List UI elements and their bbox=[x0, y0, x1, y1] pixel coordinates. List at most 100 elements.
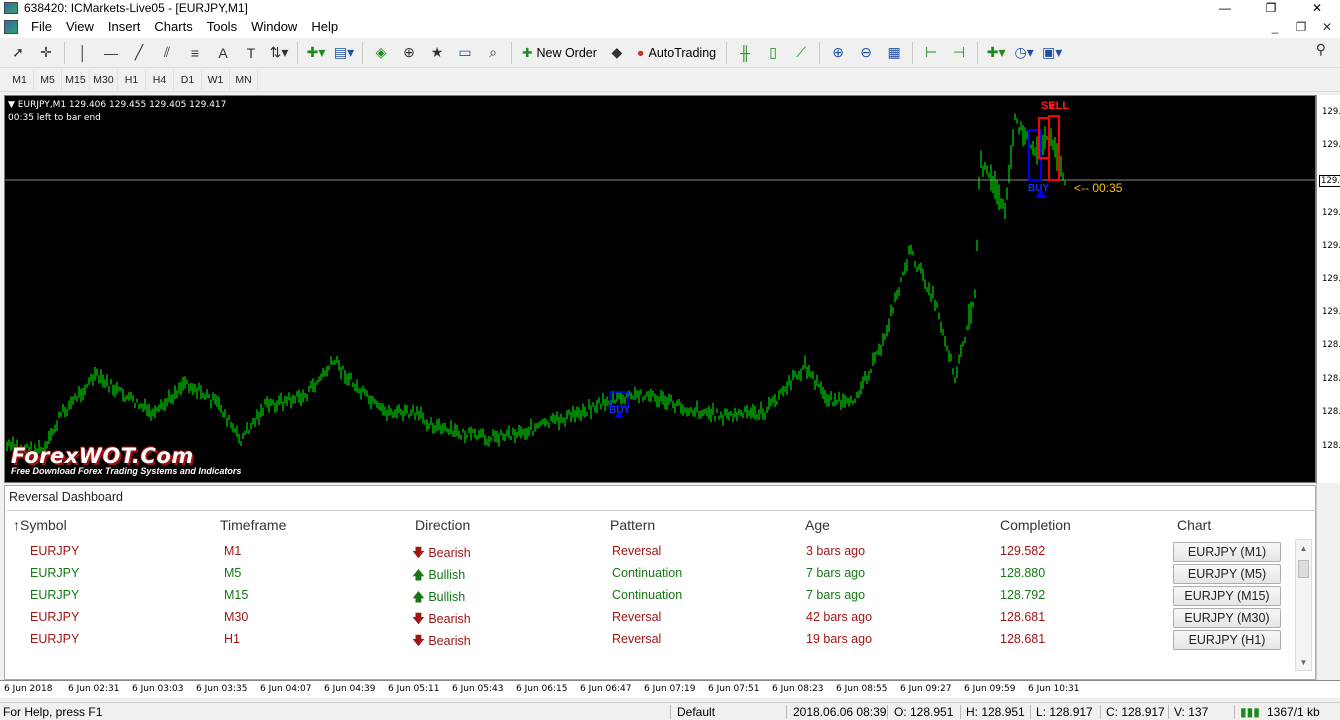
tf-m5[interactable]: M5 bbox=[34, 69, 62, 90]
tf-m1[interactable]: M1 bbox=[6, 69, 34, 90]
tf-w1[interactable]: W1 bbox=[202, 69, 230, 90]
cursor-icon[interactable]: ➚ bbox=[6, 41, 30, 65]
market-watch-icon[interactable]: ◈ bbox=[369, 41, 393, 65]
crosshair-icon[interactable]: ✛ bbox=[34, 41, 58, 65]
current-price-tick: 129. bbox=[1319, 175, 1340, 187]
scroll-down-icon[interactable]: ▼ bbox=[1296, 655, 1311, 669]
navigator-icon[interactable]: ⊕ bbox=[397, 41, 421, 65]
table-row[interactable]: EURJPY M15 🡅 Bullish Continuation 7 bars… bbox=[7, 585, 1297, 607]
column-timeframe[interactable]: Timeframe bbox=[220, 517, 286, 533]
connection-icon: ▮▮▮ bbox=[1240, 705, 1260, 719]
chart-window-icon[interactable] bbox=[4, 20, 18, 34]
fibonacci-icon[interactable]: ≡ bbox=[183, 41, 207, 65]
symbol-cell: EURJPY bbox=[30, 566, 80, 580]
symbol-line: EURJPY,M1 129.406 129.455 129.405 129.41… bbox=[17, 100, 227, 110]
table-row[interactable]: EURJPY M5 🡅 Bullish Continuation 7 bars … bbox=[7, 563, 1297, 585]
title-bar: 638420: ICMarkets-Live05 - [EURJPY,M1] —… bbox=[0, 0, 1340, 16]
open-chart-button[interactable]: EURJPY (M15) bbox=[1173, 586, 1281, 606]
line-chart-icon[interactable]: ⟋ bbox=[789, 41, 813, 65]
equidistant-channel-icon[interactable]: ⫽ bbox=[155, 41, 179, 65]
zoom-out-icon[interactable]: ⊖ bbox=[854, 41, 878, 65]
direction-cell: 🡇 Bearish bbox=[412, 632, 471, 653]
new-chart-icon[interactable]: ✚▾ bbox=[304, 41, 328, 65]
direction-cell: 🡇 Bearish bbox=[412, 544, 471, 565]
dashboard-scrollbar[interactable]: ▲ ▼ bbox=[1295, 539, 1312, 671]
chart-shift-icon[interactable]: ⊣ bbox=[947, 41, 971, 65]
maximize-button[interactable]: ❐ bbox=[1248, 0, 1294, 16]
table-row[interactable]: EURJPY H1 🡇 Bearish Reversal 19 bars ago… bbox=[7, 629, 1297, 651]
arrow-down-icon: 🡇 bbox=[412, 612, 425, 626]
auto-scroll-icon[interactable]: ⊢ bbox=[919, 41, 943, 65]
candlestick-icon[interactable]: ▯ bbox=[761, 41, 785, 65]
price-tick: 128. bbox=[1322, 374, 1340, 384]
pattern-cell: Continuation bbox=[612, 566, 683, 580]
terminal-icon[interactable]: ▭ bbox=[453, 41, 477, 65]
table-row[interactable]: EURJPY M30 🡇 Bearish Reversal 42 bars ag… bbox=[7, 607, 1297, 629]
tf-h1[interactable]: H1 bbox=[118, 69, 146, 90]
zoom-in-icon[interactable]: ⊕ bbox=[826, 41, 850, 65]
menu-help[interactable]: Help bbox=[304, 16, 345, 38]
column-chart[interactable]: Chart bbox=[1177, 517, 1211, 533]
text-icon[interactable]: A bbox=[211, 41, 235, 65]
time-axis[interactable]: 6 Jun 2018 6 Jun 02:31 6 Jun 03:03 6 Jun… bbox=[0, 680, 1340, 698]
periods-icon[interactable]: ◷▾ bbox=[1012, 41, 1036, 65]
column-direction[interactable]: Direction bbox=[415, 517, 470, 533]
child-restore-button[interactable]: ❐ bbox=[1288, 16, 1314, 38]
text-label-icon[interactable]: T bbox=[239, 41, 263, 65]
watermark: ForexWOT.Com Free Download Forex Trading… bbox=[11, 444, 241, 476]
column-completion[interactable]: Completion bbox=[1000, 517, 1071, 533]
arrows-dropdown-icon[interactable]: ⇅▾ bbox=[267, 41, 291, 65]
profile-name[interactable]: Default bbox=[677, 705, 715, 719]
price-scale[interactable]: 129. 129. 129. 129. 129. 129. 129. 128. … bbox=[1316, 95, 1340, 483]
new-order-icon: ✚ bbox=[522, 46, 533, 60]
strategy-tester-icon[interactable]: ⌕ bbox=[481, 41, 505, 65]
completion-cell: 128.792 bbox=[1000, 588, 1046, 602]
minimize-button[interactable]: — bbox=[1202, 0, 1248, 16]
metaeditor-icon[interactable]: ◆ bbox=[605, 41, 629, 65]
price-chart[interactable]: ▼ EURJPY,M1 129.406 129.455 129.405 129.… bbox=[4, 95, 1316, 483]
tf-m30[interactable]: M30 bbox=[90, 69, 118, 90]
tf-h4[interactable]: H4 bbox=[146, 69, 174, 90]
pattern-cell: Reversal bbox=[612, 610, 662, 624]
templates-icon[interactable]: ▣▾ bbox=[1040, 41, 1064, 65]
close-button[interactable]: ✕ bbox=[1294, 0, 1340, 16]
tf-mn[interactable]: MN bbox=[230, 69, 258, 90]
tf-m15[interactable]: M15 bbox=[62, 69, 90, 90]
column-pattern[interactable]: Pattern bbox=[610, 517, 655, 533]
column-symbol[interactable]: ↑Symbol bbox=[13, 517, 67, 533]
auto-trading-button[interactable]: ● AutoTrading bbox=[633, 41, 720, 65]
table-row[interactable]: EURJPY M1 🡇 Bearish Reversal 3 bars ago … bbox=[7, 541, 1297, 563]
menu-insert[interactable]: Insert bbox=[101, 16, 148, 38]
child-minimize-button[interactable]: _ bbox=[1262, 16, 1288, 38]
scroll-thumb[interactable] bbox=[1298, 560, 1309, 578]
time-tick: 6 Jun 03:03 bbox=[132, 684, 184, 694]
open-chart-button[interactable]: EURJPY (M5) bbox=[1173, 564, 1281, 584]
child-close-button[interactable]: ✕ bbox=[1314, 16, 1340, 38]
tile-windows-icon[interactable]: ▦ bbox=[882, 41, 906, 65]
time-tick: 6 Jun 04:07 bbox=[260, 684, 312, 694]
scroll-up-icon[interactable]: ▲ bbox=[1296, 541, 1311, 555]
open-chart-button[interactable]: EURJPY (H1) bbox=[1173, 630, 1281, 650]
indicators-icon[interactable]: ✚▾ bbox=[984, 41, 1008, 65]
tf-d1[interactable]: D1 bbox=[174, 69, 202, 90]
time-tick: 6 Jun 09:59 bbox=[964, 684, 1016, 694]
open-chart-button[interactable]: EURJPY (M30) bbox=[1173, 608, 1281, 628]
search-icon[interactable]: ⚲ bbox=[1316, 41, 1326, 58]
horizontal-line-icon[interactable]: — bbox=[99, 41, 123, 65]
bar-chart-icon[interactable]: ╫ bbox=[733, 41, 757, 65]
vertical-line-icon[interactable]: │ bbox=[71, 41, 95, 65]
time-tick: 6 Jun 06:15 bbox=[516, 684, 568, 694]
open-chart-button[interactable]: EURJPY (M1) bbox=[1173, 542, 1281, 562]
watermark-tagline: Free Download Forex Trading Systems and … bbox=[11, 466, 242, 476]
profiles-icon[interactable]: ▤▾ bbox=[332, 41, 356, 65]
menu-window[interactable]: Window bbox=[244, 16, 304, 38]
menu-tools[interactable]: Tools bbox=[200, 16, 244, 38]
menu-charts[interactable]: Charts bbox=[147, 16, 199, 38]
trendline-icon[interactable]: ╱ bbox=[127, 41, 151, 65]
column-age[interactable]: Age bbox=[805, 517, 830, 533]
favorites-icon[interactable]: ★ bbox=[425, 41, 449, 65]
menu-view[interactable]: View bbox=[59, 16, 101, 38]
price-tick: 129. bbox=[1322, 307, 1340, 317]
new-order-button[interactable]: ✚ New Order bbox=[518, 41, 601, 65]
menu-file[interactable]: File bbox=[24, 16, 59, 38]
